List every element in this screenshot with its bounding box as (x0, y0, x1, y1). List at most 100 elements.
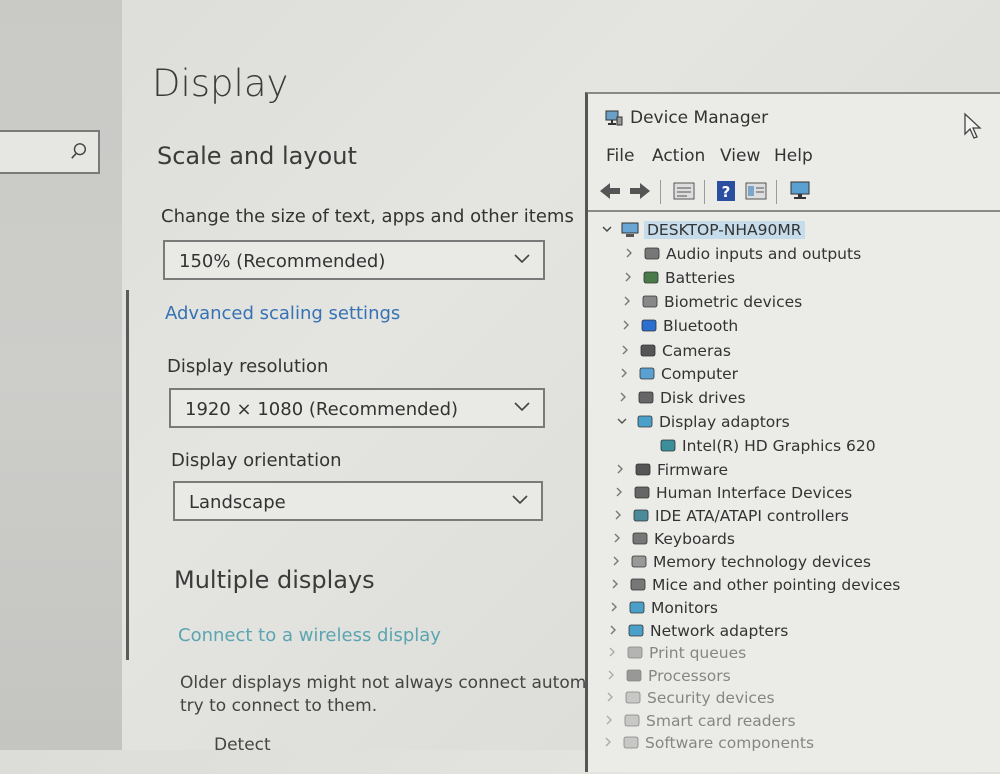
ide-icon (633, 509, 649, 522)
orientation-dropdown-value: Landscape (189, 492, 286, 513)
chevron-right-icon[interactable] (615, 462, 625, 476)
battery-icon (643, 271, 659, 284)
chevron-right-icon[interactable] (613, 508, 623, 522)
scan-hardware-icon[interactable] (788, 180, 812, 202)
menu-action[interactable]: Action (652, 146, 705, 166)
chevron-right-icon[interactable] (604, 713, 614, 727)
camera-icon (640, 344, 656, 357)
menu-view[interactable]: View (720, 146, 760, 166)
tree-item-label: Batteries (665, 269, 736, 287)
security-icon (625, 691, 641, 704)
hid-icon (634, 486, 650, 499)
tree-item-label: Network adapters (650, 622, 789, 640)
chevron-right-icon[interactable] (610, 577, 620, 591)
properties-icon[interactable] (672, 180, 696, 202)
resolution-dropdown-value: 1920 × 1080 (Recommended) (185, 399, 459, 420)
tree-root-label: DESKTOP-NHA90MR (644, 221, 805, 239)
software-icon (623, 736, 639, 749)
computer-icon (621, 222, 639, 237)
device-manager-window: Device Manager File Action View Help ? D… (585, 92, 1000, 772)
chevron-right-icon[interactable] (603, 735, 613, 749)
chevron-down-icon[interactable] (602, 222, 612, 236)
scale-dropdown-value: 150% (Recommended) (179, 251, 386, 272)
orientation-dropdown[interactable]: Landscape (173, 481, 543, 521)
chevron-down-icon[interactable] (617, 414, 627, 428)
tree-item-label: Mice and other pointing devices (652, 576, 901, 594)
menu-bar: File Action View Help (588, 146, 1000, 172)
chevron-right-icon[interactable] (612, 531, 622, 545)
tree-item-label: Monitors (651, 599, 718, 617)
smartcard-icon (624, 714, 640, 727)
tree-item-label: Processors (648, 667, 731, 685)
back-arrow-icon[interactable] (598, 180, 622, 202)
chevron-right-icon[interactable] (620, 343, 630, 357)
chevron-down-icon (514, 402, 530, 412)
tree-item-label: Firmware (657, 461, 729, 479)
svg-text:?: ? (722, 183, 731, 201)
chevron-right-icon[interactable] (618, 390, 628, 404)
chevron-right-icon[interactable] (622, 294, 632, 308)
tree-item-label: Biometric devices (664, 293, 803, 311)
chevron-right-icon[interactable] (623, 270, 633, 284)
older-displays-text-line2: try to connect to them. (180, 696, 378, 716)
chevron-right-icon[interactable] (621, 318, 631, 332)
nav-selection-indicator (126, 290, 129, 660)
fingerprint-icon (642, 295, 658, 308)
tree-item-label: Computer (661, 365, 739, 383)
chevron-right-icon[interactable] (619, 366, 629, 380)
menu-help[interactable]: Help (774, 146, 813, 166)
bluetooth-icon (641, 319, 657, 332)
multiple-displays-title: Multiple displays (174, 566, 375, 594)
tree-item-label: Memory technology devices (653, 553, 871, 571)
tree-item-label: Print queues (649, 644, 747, 662)
tree-item-label: Human Interface Devices (656, 484, 853, 502)
settings-search-box[interactable] (0, 130, 100, 174)
device-tree: DESKTOP-NHA90MR Audio inputs and outputs… (588, 214, 1000, 774)
wireless-display-link[interactable]: Connect to a wireless display (178, 625, 441, 646)
chevron-right-icon[interactable] (611, 554, 621, 568)
tree-item-label: Intel(R) HD Graphics 620 (682, 437, 876, 455)
mouse-cursor-icon (964, 112, 982, 139)
speaker-icon (644, 247, 660, 260)
tree-item-label: Security devices (647, 689, 775, 707)
chevron-right-icon[interactable] (607, 645, 617, 659)
disk-icon (638, 391, 654, 404)
chevron-right-icon[interactable] (605, 690, 615, 704)
display-adapter-icon (660, 439, 676, 452)
help-icon[interactable]: ? (714, 180, 738, 202)
device-manager-icon (605, 110, 623, 126)
mouse-icon (630, 578, 646, 591)
chevron-right-icon[interactable] (624, 246, 634, 260)
toolbar-separator (660, 180, 661, 204)
device-manager-titlebar[interactable]: Device Manager (588, 94, 1000, 144)
scale-dropdown[interactable]: 150% (Recommended) (163, 240, 545, 280)
chevron-right-icon[interactable] (606, 668, 616, 682)
forward-arrow-icon[interactable] (628, 180, 652, 202)
tree-item-label: Disk drives (660, 389, 746, 407)
change-size-label: Change the size of text, apps and other … (161, 206, 574, 227)
view-icon[interactable] (744, 180, 768, 202)
menu-file[interactable]: File (606, 146, 634, 166)
chevron-right-icon[interactable] (608, 623, 618, 637)
processor-icon (626, 669, 642, 682)
monitor-icon (637, 415, 653, 428)
toolbar: ? (588, 174, 1000, 212)
display-settings-panel: Display Scale and layout Change the size… (150, 0, 590, 755)
chevron-down-icon (512, 495, 528, 505)
scale-section-title: Scale and layout (157, 142, 357, 170)
tree-item-label: Bluetooth (663, 317, 739, 335)
chevron-right-icon[interactable] (609, 600, 619, 614)
network-icon (628, 624, 644, 637)
chevron-right-icon[interactable] (614, 485, 624, 499)
advanced-scaling-link[interactable]: Advanced scaling settings (165, 303, 400, 324)
tree-item-label: Smart card readers (646, 712, 796, 730)
memory-icon (631, 555, 647, 568)
orientation-label: Display orientation (171, 450, 342, 471)
resolution-dropdown[interactable]: 1920 × 1080 (Recommended) (169, 388, 545, 428)
chip-icon (635, 463, 651, 476)
detect-button[interactable]: Detect (214, 735, 271, 755)
toolbar-separator (704, 180, 705, 204)
tree-item-label: Display adaptors (659, 413, 790, 431)
tree-item-label: Cameras (662, 342, 731, 360)
monitor-icon (629, 601, 645, 614)
